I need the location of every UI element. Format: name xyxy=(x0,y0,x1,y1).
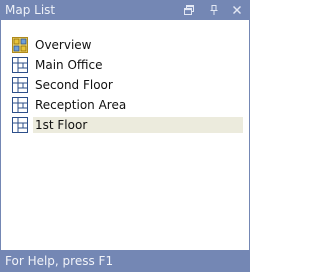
overview-map-icon xyxy=(12,37,28,53)
floor-map-icon xyxy=(12,57,28,73)
pane-title-bar[interactable]: Map List xyxy=(0,0,250,20)
float-window-icon xyxy=(184,5,194,15)
close-icon xyxy=(233,6,241,14)
tree-item-label: Overview xyxy=(35,38,92,52)
tree-item-main-office[interactable]: Main Office xyxy=(12,55,252,75)
pin-button[interactable] xyxy=(206,2,222,18)
map-tree-panel: Overview Main Office Second Floor Recept… xyxy=(0,20,250,250)
float-window-button[interactable] xyxy=(181,2,197,18)
floor-map-icon xyxy=(12,77,28,93)
tree-item-label: Reception Area xyxy=(35,98,127,112)
tree-item-label: 1st Floor xyxy=(33,117,243,133)
map-list-window: Map List Overview Main Office Second Flo… xyxy=(0,0,295,272)
pane-title: Map List xyxy=(5,3,56,17)
close-button[interactable] xyxy=(229,2,245,18)
status-text: For Help, press F1 xyxy=(5,254,114,268)
tree-item-label: Main Office xyxy=(35,58,103,72)
tree-item-overview[interactable]: Overview xyxy=(12,35,252,55)
map-list-pane: Map List Overview Main Office Second Flo… xyxy=(0,0,250,272)
status-bar: For Help, press F1 xyxy=(0,250,250,272)
pin-icon xyxy=(210,5,218,15)
tree-item-1st-floor[interactable]: 1st Floor xyxy=(12,115,252,135)
tree-item-label: Second Floor xyxy=(35,78,113,92)
map-tree: Overview Main Office Second Floor Recept… xyxy=(12,35,252,135)
tree-item-reception-area[interactable]: Reception Area xyxy=(12,95,252,115)
tree-item-second-floor[interactable]: Second Floor xyxy=(12,75,252,95)
floor-map-icon xyxy=(12,117,28,133)
floor-map-icon xyxy=(12,97,28,113)
